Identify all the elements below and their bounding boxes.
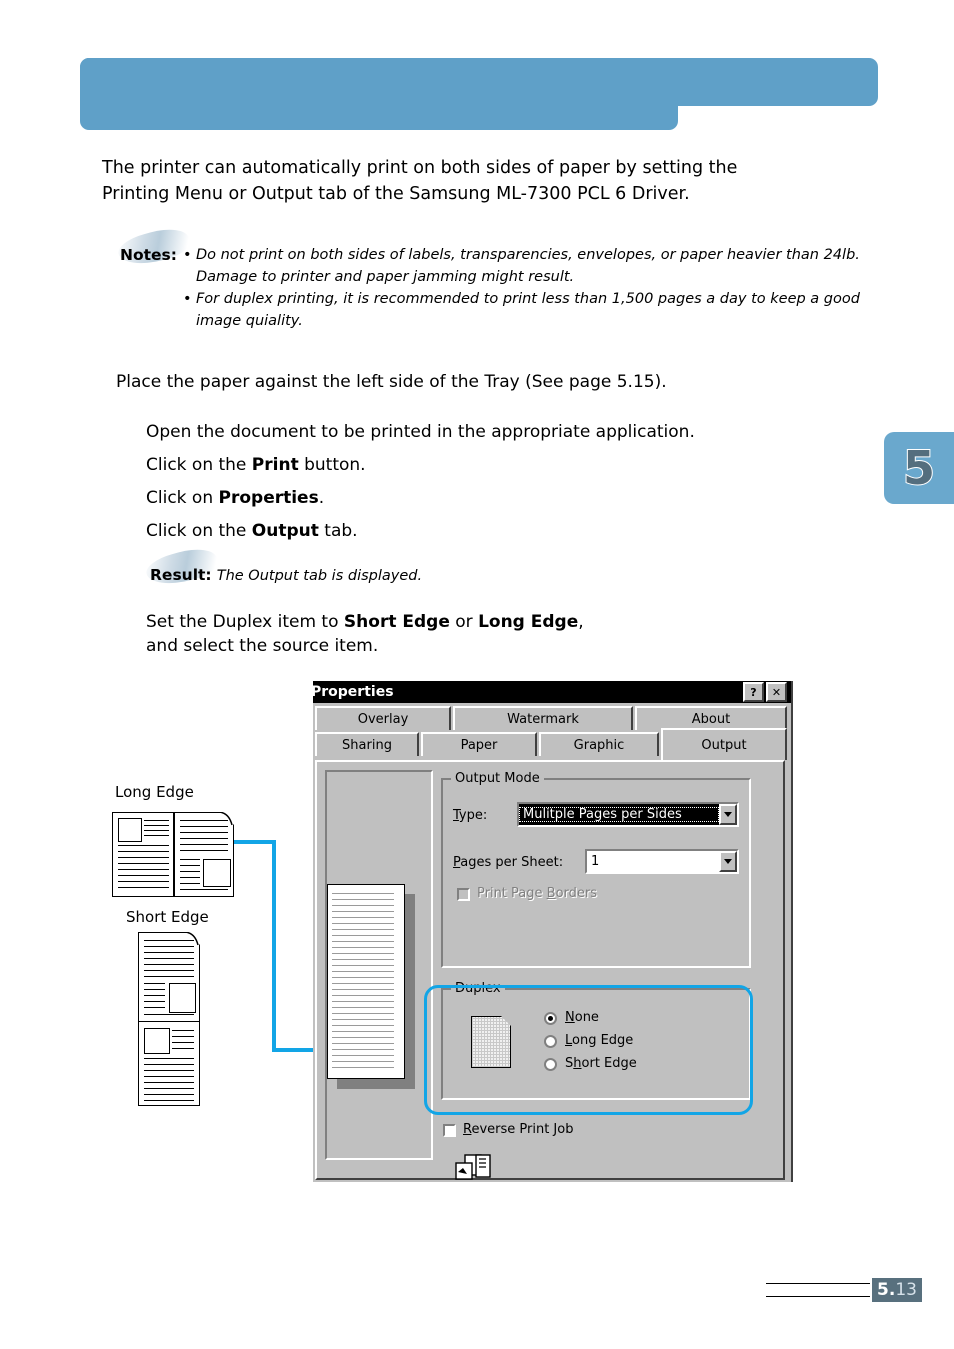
page-number-major: 5. [877,1280,896,1300]
pages-per-sheet-dropdown[interactable]: 1 [585,849,739,874]
tab-sharing[interactable]: Sharing [315,732,419,756]
page-number-rule-bottom [766,1296,870,1297]
dialog-title: Properties [313,684,394,700]
intro-line-1: The printer can automatically print on b… [102,158,738,178]
reverse-print-job-label: Reverse Print Job [463,1122,574,1137]
chapter-number: 5 [902,441,936,495]
final-step-line-2: and select the source item. [146,636,379,656]
long-edge-label: Long Edge [115,783,194,801]
pages-per-sheet-value: 1 [591,854,600,869]
place-paper-instruction: Place the paper against the left side of… [116,372,667,392]
type-dropdown[interactable]: Mulitple Pages per Sides [517,802,739,827]
page-number-rule-top [766,1283,870,1284]
illus-image-block [144,1028,170,1054]
steps-list: Open the document to be printed in the a… [146,420,906,552]
tab-paper[interactable]: Paper [421,732,537,756]
note-item: • For duplex printing, it is recommended… [183,288,873,332]
intro-line-2: Printing Menu or Output tab of the Samsu… [102,184,690,204]
result-label: Result: [150,566,212,584]
long-edge-sheet-right [174,812,234,897]
chapter-tab-marker: 5 [884,432,954,504]
step-item: Open the document to be printed in the a… [146,420,906,444]
notes-label: Notes: [120,246,177,264]
page-number-minor: 13 [895,1280,917,1300]
illus-image-block [118,818,142,842]
output-mode-group-label: Output Mode [451,771,544,786]
connector-top-horizontal [234,840,276,844]
note-bullet-icon: • [182,247,192,263]
reverse-print-job-checkbox[interactable] [443,1124,456,1137]
pages-per-sheet-label: Pages per Sheet: [453,855,564,870]
short-edge-label: Short Edge [126,908,209,926]
chevron-down-icon[interactable] [719,851,737,872]
document-page: The printer can automatically print on b… [0,0,954,1349]
intro-paragraph: The printer can automatically print on b… [102,155,892,207]
duplex-radio-short-edge[interactable] [544,1058,557,1071]
dialog-titlebar[interactable]: Properties ? ✕ [313,681,791,703]
long-edge-sheet-left [112,812,174,897]
close-button[interactable]: ✕ [766,682,787,702]
tab-watermark[interactable]: Watermark [453,706,633,730]
note-item: • Do not print on both sides of labels, … [183,244,873,288]
illus-image-block [169,983,196,1013]
tab-output[interactable]: Output [661,728,787,760]
help-button[interactable]: ? [743,682,764,702]
tab-overlay[interactable]: Overlay [315,706,451,730]
preview-page [327,884,405,1079]
duplex-group-label: Duplex [451,981,505,996]
printer-pages-icon [455,1154,491,1180]
duplex-label-long-edge: Long Edge [565,1033,634,1048]
chevron-down-icon[interactable] [719,804,737,825]
note-text: For duplex printing, it is recommended t… [195,291,860,329]
type-label: Type: [453,808,488,823]
final-step: Set the Duplex item to Short Edge or Lon… [146,610,906,658]
duplex-radio-long-edge[interactable] [544,1035,557,1048]
fold-line-icon [185,932,199,946]
tab-row-lower: Sharing Paper Graphic Output [313,728,791,762]
tab-about[interactable]: About [635,706,787,730]
step-text: Open the document to be printed in the a… [146,422,695,442]
connector-vertical [272,840,276,1052]
step-item: Click on the Output tab. [146,521,358,541]
short-edge-sheet-top [138,932,200,1022]
header-banner-lower [80,58,878,106]
duplex-page-icon [471,1016,511,1068]
result-text: The Output tab is displayed. [216,568,423,584]
illus-image-block [203,859,231,887]
page-number-badge: 5. 13 [872,1278,922,1302]
note-text: Do not print on both sides of labels, tr… [195,247,860,285]
note-bullet-icon: • [182,291,192,307]
short-edge-sheet-bottom [138,1021,200,1106]
fold-line-icon [219,812,233,826]
print-preview-well [325,770,433,1160]
printer-properties-dialog: Properties ? ✕ Overlay Watermark About S… [313,681,793,1182]
notes-block: Notes: • Do not print on both sides of l… [120,244,880,332]
result-block: Result: The Output tab is displayed. [150,565,422,584]
print-page-borders-checkbox[interactable] [457,888,470,901]
type-dropdown-value: Mulitple Pages per Sides [519,807,719,822]
duplex-label-short-edge: Short Edge [565,1056,637,1071]
final-step-line-1: Set the Duplex item to Short Edge or Lon… [146,612,584,632]
duplex-radio-none[interactable] [544,1012,557,1025]
tab-graphic[interactable]: Graphic [539,732,659,756]
print-page-borders-label: Print Page Borders [477,886,597,901]
step-item: Click on Properties. [146,488,325,508]
duplex-label-none: None [565,1010,599,1025]
step-item: Click on the Print button. [146,455,366,475]
output-tab-panel: Output Mode Type: Mulitple Pages per Sid… [315,760,785,1180]
